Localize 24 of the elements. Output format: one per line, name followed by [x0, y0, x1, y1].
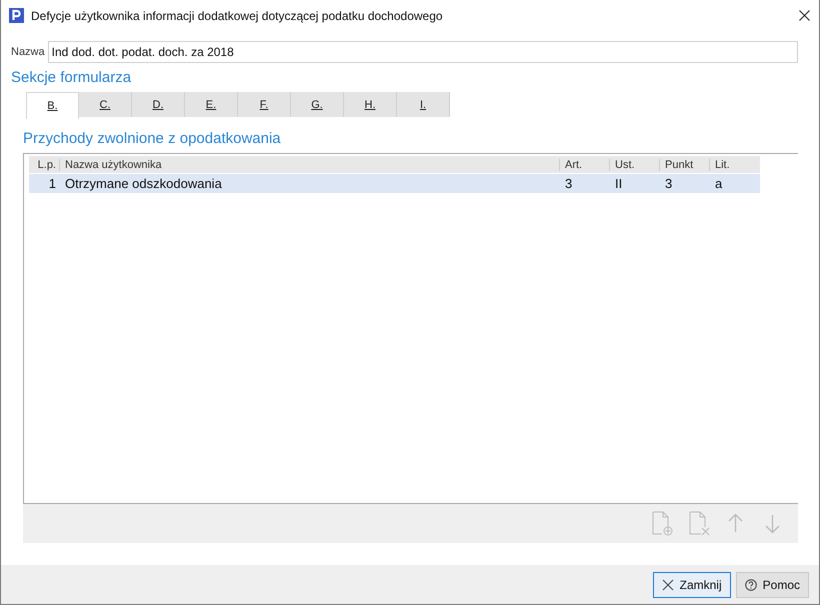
- table-row[interactable]: 1 Otrzymane odszkodowania 3 II 3 a: [29, 174, 760, 193]
- column-header[interactable]: Punkt: [659, 158, 709, 170]
- app-logo-icon: [9, 8, 24, 23]
- window-title: Defycje użytkownika informacji dodatkowej dotyczącej podatku dochodowego: [31, 8, 444, 22]
- help-button[interactable]: Pomoc: [736, 572, 809, 598]
- table-cell-text: a: [714, 176, 724, 191]
- table-cell-text: 3: [564, 176, 574, 191]
- name-label: Nazwa: [11, 46, 45, 58]
- table-cell-text: II: [614, 176, 624, 191]
- column-header[interactable]: Nazwa użytkownika: [59, 158, 559, 170]
- table-cell-text: 1: [48, 176, 57, 191]
- sections-heading: Sekcje formularza: [11, 69, 132, 86]
- help-icon: [744, 578, 757, 590]
- section-tab[interactable]: B.: [26, 92, 79, 119]
- close-icon: [662, 578, 674, 590]
- column-header[interactable]: Art.: [559, 158, 609, 170]
- column-header[interactable]: Ust.: [609, 158, 659, 170]
- table-cell-text: 3: [664, 176, 674, 191]
- column-header[interactable]: L.p.: [29, 158, 59, 170]
- name-field[interactable]: Ind dod. dot. podat. doch. za 2018: [48, 41, 798, 63]
- close-button[interactable]: Zamknij: [652, 572, 731, 598]
- table-cell-text: Otrzymane odszkodowania: [64, 176, 223, 191]
- panel-heading: Przychody zwolnione z opodatkowania: [23, 130, 282, 147]
- column-header[interactable]: Lit.: [709, 158, 760, 170]
